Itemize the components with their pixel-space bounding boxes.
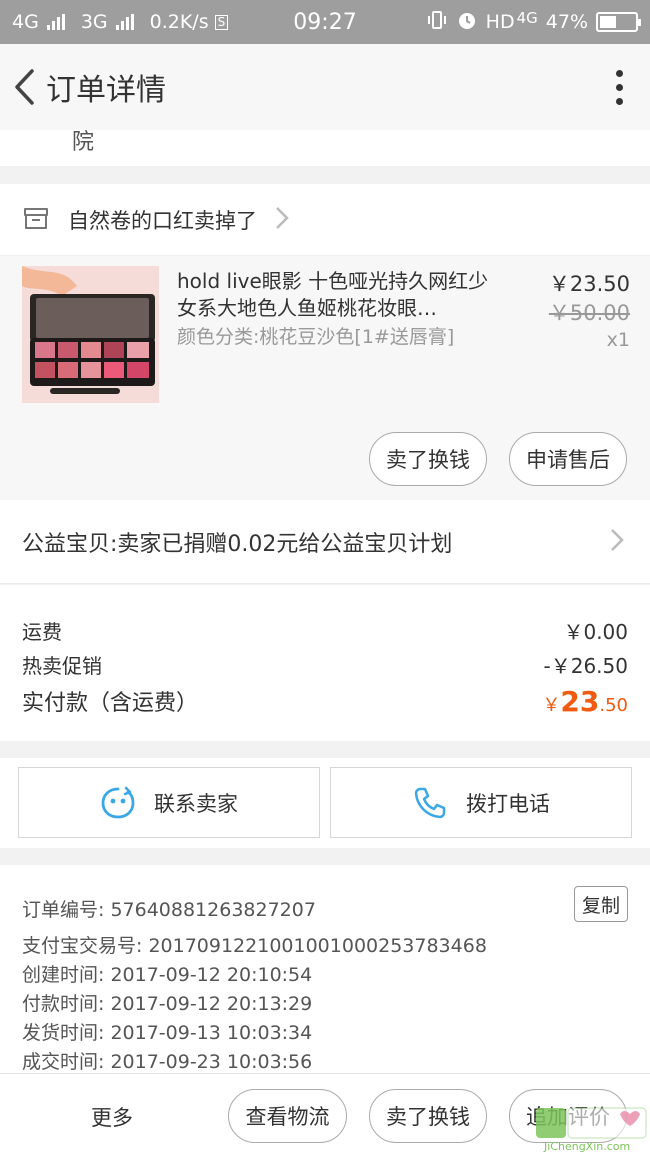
nav-bar: 订单详情 xyxy=(0,44,650,130)
signal-icon xyxy=(46,14,65,30)
paid-label: 实付款（含运费） xyxy=(22,691,199,716)
promo-row: 热卖促销 -￥26.50 xyxy=(22,650,628,679)
charity-text: 公益宝贝:卖家已捐赠0.02元给公益宝贝计划 xyxy=(22,531,453,557)
address-section: 院 xyxy=(0,130,650,166)
promo-value: -￥26.50 xyxy=(543,654,628,678)
page-title: 订单详情 xyxy=(46,73,166,108)
contact-seller-label: 联系卖家 xyxy=(154,791,238,816)
product-original-price: ￥50.00 xyxy=(548,301,630,325)
network-type-1: 4G xyxy=(12,11,39,33)
shipping-label: 运费 xyxy=(22,620,62,644)
status-bar: 4G 3G 0.2K/s S 09:27 HD 4G 47% xyxy=(0,0,650,44)
signal-icon-2 xyxy=(115,14,134,30)
shipping-row: 运费 ￥0.00 xyxy=(22,616,628,645)
shop-icon xyxy=(22,205,50,235)
bottom-action-bar: 更多 查看物流 卖了换钱 追加评价 xyxy=(0,1073,650,1155)
alipay-number: 支付宝交易号: 2017091221001001000253783468 xyxy=(22,935,487,957)
chevron-right-icon xyxy=(610,528,624,556)
shop-name: 自然卷的口红卖掉了 xyxy=(68,208,257,233)
charity-row[interactable]: 公益宝贝:卖家已捐赠0.02元给公益宝贝计划 xyxy=(0,500,650,584)
dot-icon xyxy=(615,97,623,105)
address-fragment: 院 xyxy=(72,130,95,155)
product-item[interactable]: hold live眼影 十色哑光持久网红少女系大地色人鱼姬桃花妆眼… 颜色分类:… xyxy=(0,256,650,500)
battery-percent: 47% xyxy=(545,11,588,33)
created-time: 创建时间: 2017-09-12 20:10:54 xyxy=(22,964,313,986)
shipped-time: 发货时间: 2017-09-13 10:03:34 xyxy=(22,1022,313,1044)
sim-badge-icon: S xyxy=(214,14,229,30)
sell-for-cash-bottom-button[interactable]: 卖了换钱 xyxy=(369,1089,487,1143)
completed-time: 成交时间: 2017-09-23 10:03:56 xyxy=(22,1051,313,1073)
paid-time: 付款时间: 2017-09-12 20:13:29 xyxy=(22,993,313,1015)
chevron-right-icon xyxy=(275,206,289,234)
shipping-value: ￥0.00 xyxy=(563,620,628,644)
shop-header[interactable]: 自然卷的口红卖掉了 xyxy=(0,184,650,256)
paid-amount: ￥23.50 xyxy=(542,685,628,718)
alarm-icon xyxy=(456,9,478,36)
sell-for-cash-button[interactable]: 卖了换钱 xyxy=(369,432,487,486)
paid-currency: ￥ xyxy=(542,695,561,716)
battery-icon xyxy=(596,12,641,32)
fee-summary: 运费 ￥0.00 热卖促销 -￥26.50 实付款（含运费） ￥23.50 xyxy=(0,585,650,741)
hd-label: HD xyxy=(485,11,515,33)
network-speed: 0.2K/s xyxy=(149,11,209,33)
copy-button[interactable]: 复制 xyxy=(574,886,628,922)
more-menu-button[interactable] xyxy=(594,44,644,130)
product-quantity: x1 xyxy=(606,329,630,351)
paid-integer: 23 xyxy=(560,685,600,718)
product-title[interactable]: hold live眼影 十色哑光持久网红少女系大地色人鱼姬桃花妆眼… xyxy=(177,268,497,322)
add-review-button[interactable]: 追加评价 xyxy=(509,1089,627,1143)
contact-section: 联系卖家 拨打电话 xyxy=(0,758,650,848)
back-button[interactable] xyxy=(2,44,46,130)
call-phone-button[interactable]: 拨打电话 xyxy=(330,767,632,838)
network-type-2: 3G xyxy=(80,11,108,33)
product-sku: 颜色分类:桃花豆沙色[1#送唇膏] xyxy=(177,326,455,348)
chevron-left-icon xyxy=(15,69,34,105)
order-info: 订单编号: 57640881263827207 复制 支付宝交易号: 20170… xyxy=(0,865,650,1073)
view-logistics-button[interactable]: 查看物流 xyxy=(228,1089,347,1143)
paid-row: 实付款（含运费） ￥23.50 xyxy=(22,685,628,718)
after-sale-button[interactable]: 申请售后 xyxy=(509,432,627,486)
promo-label: 热卖促销 xyxy=(22,654,102,678)
dot-icon xyxy=(615,83,623,91)
network-type-3: 4G xyxy=(516,9,538,27)
more-button[interactable]: 更多 xyxy=(91,1102,133,1132)
chat-bubble-icon xyxy=(101,786,135,818)
vibrate-icon xyxy=(426,9,448,36)
phone-icon xyxy=(414,787,446,818)
product-price: ￥23.50 xyxy=(548,272,630,296)
call-phone-label: 拨打电话 xyxy=(466,791,550,816)
order-number[interactable]: 订单编号: 57640881263827207 xyxy=(22,895,316,922)
paid-decimal: .50 xyxy=(599,695,628,716)
dot-icon xyxy=(615,69,623,77)
contact-seller-button[interactable]: 联系卖家 xyxy=(18,767,320,838)
product-thumbnail[interactable] xyxy=(22,266,159,403)
